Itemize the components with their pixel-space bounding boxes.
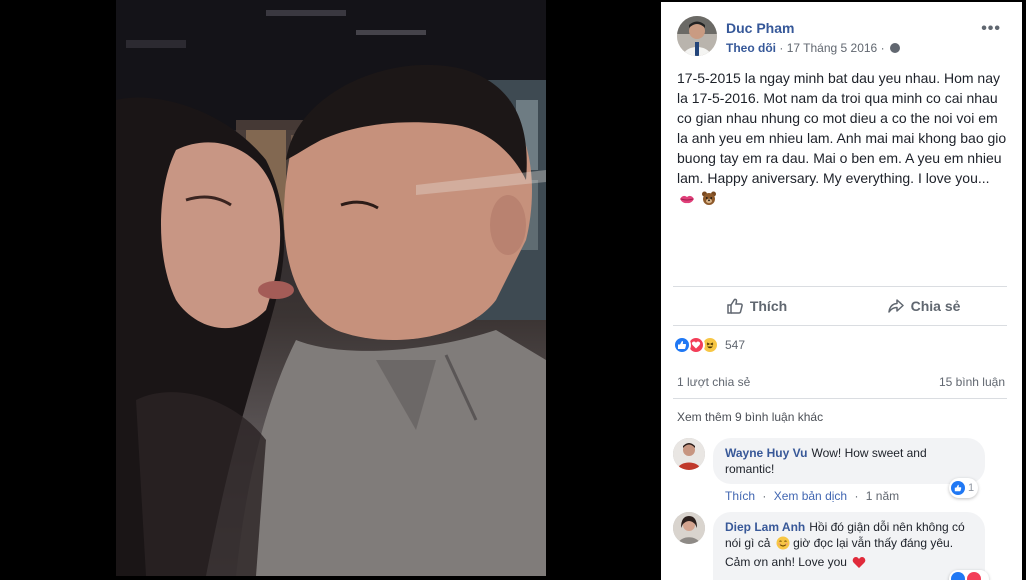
couple-photo-illustration [116,0,546,576]
more-options-icon[interactable]: ••• [981,20,1001,38]
shares-count[interactable]: 1 lượt chia sẻ [677,375,750,389]
author-avatar[interactable] [677,16,717,56]
like-label: Thích [749,298,788,314]
comment-actions-separator: · [762,489,767,503]
photo-stage [0,0,660,580]
like-button[interactable]: Thích [673,287,840,325]
stats-divider [673,398,1007,399]
bear-emoji [701,190,717,211]
author-avatar-image [677,16,717,56]
follow-link[interactable]: Theo dõi [726,41,776,55]
comments-count[interactable]: 15 bình luận [939,375,1005,389]
post-sidebar-panel: Duc Pham Theo dõi · 17 Tháng 5 2016 · ••… [661,2,1022,580]
comment-like-link[interactable]: Thích [725,489,755,503]
commenter-avatar[interactable] [673,438,705,470]
comment-bubble: Diep Lam Anh Hồi đó giận dỗi nên không có… [713,512,985,580]
commenter-avatar-image [673,512,705,544]
comment-time[interactable]: 1 năm [866,489,899,503]
post-actions-bar: Thích Chia sẻ [673,286,1007,326]
post-text-body: 17-5-2015 la ngay minh bat dau yeu nhau.… [677,70,1007,186]
comment-reaction-badge[interactable]: 1 [949,478,979,498]
red-heart-emoji [852,556,866,573]
smiling-face-emoji [776,536,790,554]
thumbs-up-icon [727,298,743,314]
globe-icon [889,43,900,53]
love-reaction-icon [967,572,981,580]
share-arrow-icon [887,299,904,313]
like-reaction-icon [951,572,965,580]
meta-separator: · [779,41,784,55]
comment-reaction-count: 1 [968,482,975,494]
reactions-summary[interactable]: 547 [673,334,745,356]
commenter-name[interactable]: Diep Lam Anh [725,520,805,534]
like-reaction-icon [673,336,691,354]
comment-bubble: Wayne Huy Vu Wow! How sweet and romantic! [713,438,985,484]
meta-separator-2: · [880,41,885,55]
post-text: 17-5-2015 la ngay minh bat dau yeu nhau.… [677,68,1007,211]
like-reaction-icon [951,481,965,495]
see-translation-link[interactable]: Xem bản dịch [774,489,847,503]
post-photo[interactable] [116,0,546,576]
kiss-lips-emoji [679,191,695,211]
comment-actions: Thích · Xem bản dịch · 1 năm [725,489,899,503]
share-label: Chia sẻ [910,298,961,314]
author-name[interactable]: Duc Pham [726,20,794,36]
reaction-count[interactable]: 547 [725,338,745,352]
comment-reaction-badge[interactable] [949,570,989,580]
comment-actions-separator-2: · [854,489,859,503]
share-button[interactable]: Chia sẻ [840,287,1007,325]
commenter-avatar-image [673,438,705,470]
commenter-name[interactable]: Wayne Huy Vu [725,446,807,460]
post-header: Duc Pham Theo dõi · 17 Tháng 5 2016 · ••… [677,16,1007,62]
post-date[interactable]: 17 Tháng 5 2016 [787,41,878,55]
post-meta: Theo dõi · 17 Tháng 5 2016 · [726,41,900,55]
view-more-comments-link[interactable]: Xem thêm 9 bình luận khác [677,410,823,424]
commenter-avatar[interactable] [673,512,705,544]
